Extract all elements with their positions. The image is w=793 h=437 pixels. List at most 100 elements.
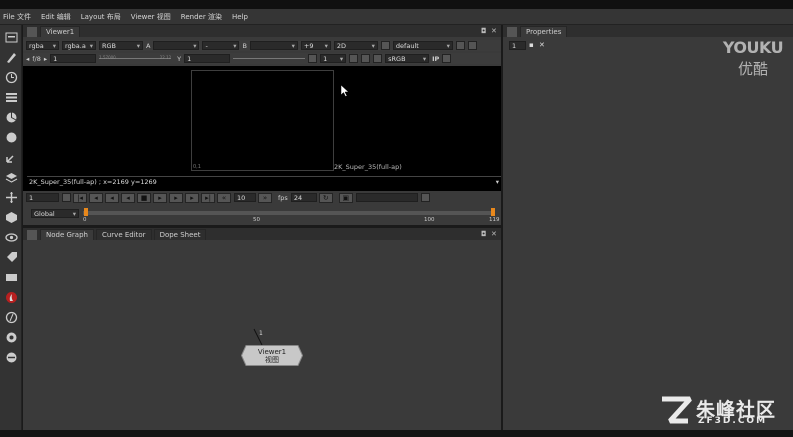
wipe-icon[interactable] bbox=[442, 54, 452, 63]
gain-slider-label-right: 22 12 bbox=[159, 55, 172, 60]
menu-layout[interactable]: Layout 布局 bbox=[81, 12, 121, 22]
tab-curve-editor[interactable]: Curve Editor bbox=[95, 229, 152, 240]
color-icon[interactable] bbox=[3, 109, 19, 125]
menu-viewer[interactable]: Viewer 视图 bbox=[131, 12, 171, 22]
channel-icon[interactable] bbox=[3, 89, 19, 105]
gamma-field[interactable]: 1 bbox=[184, 54, 231, 63]
playback-range-field[interactable] bbox=[355, 193, 418, 202]
panel-menu-handle[interactable] bbox=[507, 27, 517, 37]
3d-icon[interactable] bbox=[3, 209, 19, 225]
roi-icon[interactable] bbox=[380, 41, 390, 50]
image-icon[interactable] bbox=[3, 29, 19, 45]
close-panel-icon[interactable]: ✕ bbox=[491, 230, 497, 238]
current-frame-field[interactable]: 1 bbox=[26, 193, 59, 202]
refresh-icon[interactable] bbox=[361, 54, 371, 63]
channels-dropdown[interactable]: rgba ▾ bbox=[26, 41, 59, 50]
lock-properties-icon[interactable]: ▪ bbox=[529, 41, 534, 49]
format-bounding-box bbox=[191, 70, 334, 171]
float-panel-icon[interactable]: ◘ bbox=[481, 27, 487, 35]
keyer-icon[interactable] bbox=[3, 149, 19, 165]
menu-edit[interactable]: Edit 编辑 bbox=[41, 12, 71, 22]
input-b-dropdown[interactable]: ▾ bbox=[249, 41, 298, 50]
properties-body: 1 ▪ ✕ bbox=[503, 37, 793, 430]
fstop-up-icon[interactable]: ▸ bbox=[44, 55, 47, 63]
gain-slider[interactable]: 1.57000 22 12 bbox=[99, 54, 172, 63]
last-frame-button[interactable]: ▸| bbox=[201, 192, 215, 203]
loop-button[interactable]: ↻ bbox=[318, 192, 333, 203]
tab-properties[interactable]: Properties bbox=[520, 26, 568, 37]
roi-dropdown[interactable]: default ▾ bbox=[392, 41, 453, 50]
gamma-slider[interactable] bbox=[233, 54, 306, 63]
next-frame-button[interactable]: ▸ bbox=[169, 192, 183, 203]
draw-icon[interactable] bbox=[3, 49, 19, 65]
gizmo-icon[interactable] bbox=[3, 309, 19, 325]
clear-properties-icon[interactable]: ✕ bbox=[539, 41, 545, 49]
fstop-value[interactable]: f/8 bbox=[32, 55, 41, 63]
input-b-label: B bbox=[242, 41, 247, 50]
in-point-marker[interactable] bbox=[84, 208, 88, 216]
pause-icon[interactable] bbox=[373, 54, 383, 63]
time-icon[interactable] bbox=[3, 69, 19, 85]
float-panel-icon[interactable]: ◘ bbox=[481, 230, 487, 238]
clip-warning-icon[interactable] bbox=[455, 41, 465, 50]
max-panels-field[interactable]: 1 bbox=[509, 41, 526, 50]
fstop-down-icon[interactable]: ◂ bbox=[26, 55, 29, 63]
menu-render[interactable]: Render 渲染 bbox=[181, 12, 222, 22]
flipbook-button[interactable]: ▣ bbox=[338, 192, 353, 203]
format-corner-label: 0,1 bbox=[193, 164, 201, 170]
prev-keyframe-button[interactable]: ◂ bbox=[89, 192, 103, 203]
step-back-button[interactable]: « bbox=[217, 192, 231, 203]
merge-icon[interactable] bbox=[3, 169, 19, 185]
panel-menu-handle[interactable] bbox=[27, 230, 37, 240]
properties-tabbar: Properties bbox=[503, 25, 793, 37]
tab-node-graph[interactable]: Node Graph bbox=[40, 229, 94, 240]
input-process-toggle[interactable]: IP bbox=[432, 55, 439, 63]
playback-settings-icon[interactable] bbox=[420, 193, 430, 202]
timeline-track[interactable] bbox=[83, 211, 495, 215]
gamma-label: Y bbox=[177, 54, 182, 63]
next-keyframe-button[interactable]: ▸ bbox=[185, 192, 199, 203]
input-a-dropdown[interactable]: ▾ bbox=[153, 41, 200, 50]
step-forward-button[interactable]: » bbox=[258, 192, 272, 203]
timeline-scope-dropdown[interactable]: Global ▾ bbox=[31, 209, 79, 218]
stop-button[interactable]: ■ bbox=[137, 192, 151, 203]
frame-step-field[interactable]: 10 bbox=[234, 193, 256, 202]
mask-icon[interactable] bbox=[467, 41, 477, 50]
view-mode-dropdown[interactable]: 2D ▾ bbox=[333, 41, 378, 50]
proxy-icon[interactable] bbox=[308, 54, 318, 63]
gain-field[interactable]: 1 bbox=[50, 54, 97, 63]
menu-file[interactable]: File 文件 bbox=[3, 12, 31, 22]
node-graph-canvas[interactable]: 1 Viewer1 视图 bbox=[23, 241, 501, 430]
lut-dropdown[interactable]: sRGB ▾ bbox=[385, 54, 430, 63]
other-icon[interactable] bbox=[3, 269, 19, 285]
node-graph-tabbar: Node Graph Curve Editor Dope Sheet bbox=[23, 228, 501, 240]
target-icon[interactable] bbox=[349, 54, 359, 63]
close-panel-icon[interactable]: ✕ bbox=[491, 27, 497, 35]
viewer-node[interactable]: Viewer1 视图 bbox=[241, 345, 303, 366]
viewer-info-bar: 2K_Super_35(full-ap) ; x=2169 y=1269 ▾ bbox=[27, 176, 501, 186]
furnace-icon[interactable] bbox=[3, 289, 19, 305]
transform-icon[interactable] bbox=[3, 189, 19, 205]
first-frame-button[interactable]: |◂ bbox=[73, 192, 87, 203]
lock-icon[interactable] bbox=[62, 193, 71, 202]
metadata-icon[interactable] bbox=[3, 249, 19, 265]
prev-frame-button[interactable]: ◂ bbox=[105, 192, 119, 203]
info-expand-icon[interactable]: ▾ bbox=[496, 178, 499, 186]
merge-op-dropdown[interactable]: - ▾ bbox=[202, 41, 240, 50]
play-backward-button[interactable]: ◂ bbox=[121, 192, 135, 203]
proxy-dropdown[interactable]: 1 ▾ bbox=[320, 54, 347, 63]
panel-menu-handle[interactable] bbox=[27, 27, 37, 37]
layer-dropdown[interactable]: rgba.a ▾ bbox=[62, 41, 96, 50]
plugins-icon[interactable] bbox=[3, 349, 19, 365]
filter-icon[interactable] bbox=[3, 129, 19, 145]
play-forward-button[interactable]: ▸ bbox=[153, 192, 167, 203]
zoom-dropdown[interactable]: +9 ▾ bbox=[300, 41, 331, 50]
toolsets-icon[interactable] bbox=[3, 329, 19, 345]
display-channel-dropdown[interactable]: RGB ▾ bbox=[99, 41, 143, 50]
views-icon[interactable] bbox=[3, 229, 19, 245]
fps-field[interactable]: 24 bbox=[290, 193, 317, 202]
out-point-marker[interactable] bbox=[491, 208, 495, 216]
menu-help[interactable]: Help bbox=[232, 13, 248, 21]
tab-viewer1[interactable]: Viewer1 bbox=[40, 26, 81, 37]
tab-dope-sheet[interactable]: Dope Sheet bbox=[153, 229, 207, 240]
